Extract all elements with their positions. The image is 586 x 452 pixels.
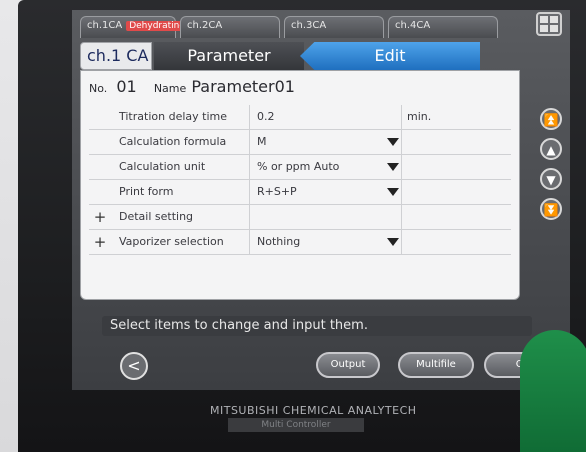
row-value[interactable]: M — [257, 135, 397, 148]
grid-menu-button[interactable] — [536, 12, 562, 36]
parameter-number[interactable]: 01 — [116, 77, 136, 96]
tab-ch3-label: ch.3CA — [291, 20, 327, 31]
scroll-top-icon[interactable]: ⏫ — [540, 108, 562, 130]
parameter-id-line: No. 01 Name Parameter01 — [89, 77, 511, 101]
edit-mode-tab[interactable]: Edit — [300, 42, 480, 70]
tab-ch2[interactable]: ch.2CA — [180, 16, 280, 38]
tab-ch3[interactable]: ch.3CA — [284, 16, 384, 38]
header-bar: ch.1 CA Parameter Edit — [80, 42, 550, 70]
expand-plus-icon[interactable]: + — [91, 208, 109, 226]
row-label: Vaporizer selection — [119, 235, 224, 248]
row-calculation-formula[interactable]: Calculation formula M — [89, 130, 511, 155]
section-title: Parameter — [154, 42, 304, 70]
status-badge: Dehydrating — [126, 21, 189, 31]
finger-pointer — [520, 330, 586, 452]
row-detail-setting[interactable]: + Detail setting — [89, 205, 511, 230]
no-label: No. — [89, 82, 108, 95]
status-message: Select items to change and input them. — [102, 316, 532, 336]
row-vaporizer-selection[interactable]: + Vaporizer selection Nothing — [89, 230, 511, 255]
tab-ch4[interactable]: ch.4CA — [388, 16, 498, 38]
row-label: Calculation formula — [119, 135, 227, 148]
touch-screen: ch.1CA Dehydrating ch.2CA ch.3CA ch.4CA c… — [72, 10, 570, 390]
row-value[interactable]: % or ppm Auto — [257, 160, 397, 173]
scroll-controls: ⏫ ▲ ▼ ⏬ — [540, 108, 564, 228]
back-button[interactable]: < — [120, 352, 148, 380]
row-label: Calculation unit — [119, 160, 206, 173]
row-unit: min. — [407, 110, 432, 123]
row-value[interactable]: Nothing — [257, 235, 397, 248]
tab-ch2-label: ch.2CA — [187, 20, 223, 31]
row-value[interactable]: R+S+P — [257, 185, 397, 198]
row-label: Detail setting — [119, 210, 194, 223]
row-calculation-unit[interactable]: Calculation unit % or ppm Auto — [89, 155, 511, 180]
grid-icon — [540, 16, 548, 23]
tab-ch1-label: ch.1CA — [87, 20, 123, 31]
expand-plus-icon[interactable]: + — [91, 233, 109, 251]
scroll-down-icon[interactable]: ▼ — [540, 168, 562, 190]
scroll-up-icon[interactable]: ▲ — [540, 138, 562, 160]
dropdown-arrow-icon[interactable] — [387, 138, 399, 146]
row-print-form[interactable]: Print form R+S+P — [89, 180, 511, 205]
channel-title: ch.1 CA — [80, 42, 152, 70]
row-value[interactable]: 0.2 — [257, 110, 397, 123]
tab-ch4-label: ch.4CA — [395, 20, 431, 31]
tab-ch1[interactable]: ch.1CA Dehydrating — [80, 16, 189, 38]
dropdown-arrow-icon[interactable] — [387, 188, 399, 196]
parameter-table: Titration delay time 0.2 min. Calculatio… — [89, 105, 511, 255]
row-label: Titration delay time — [119, 110, 227, 123]
parameter-name[interactable]: Parameter01 — [191, 77, 295, 96]
multifile-button[interactable]: Multifile — [398, 352, 474, 378]
dropdown-arrow-icon[interactable] — [387, 163, 399, 171]
scroll-bottom-icon[interactable]: ⏬ — [540, 198, 562, 220]
dropdown-arrow-icon[interactable] — [387, 238, 399, 246]
product-name: Multi Controller — [228, 418, 364, 432]
brand-logo-text: MITSUBISHI CHEMICAL ANALYTECH — [210, 404, 417, 417]
row-label: Print form — [119, 185, 174, 198]
row-titration-delay[interactable]: Titration delay time 0.2 min. — [89, 105, 511, 130]
parameter-panel: No. 01 Name Parameter01 Titration delay … — [80, 70, 520, 300]
output-button[interactable]: Output — [316, 352, 380, 378]
name-label: Name — [153, 82, 187, 95]
